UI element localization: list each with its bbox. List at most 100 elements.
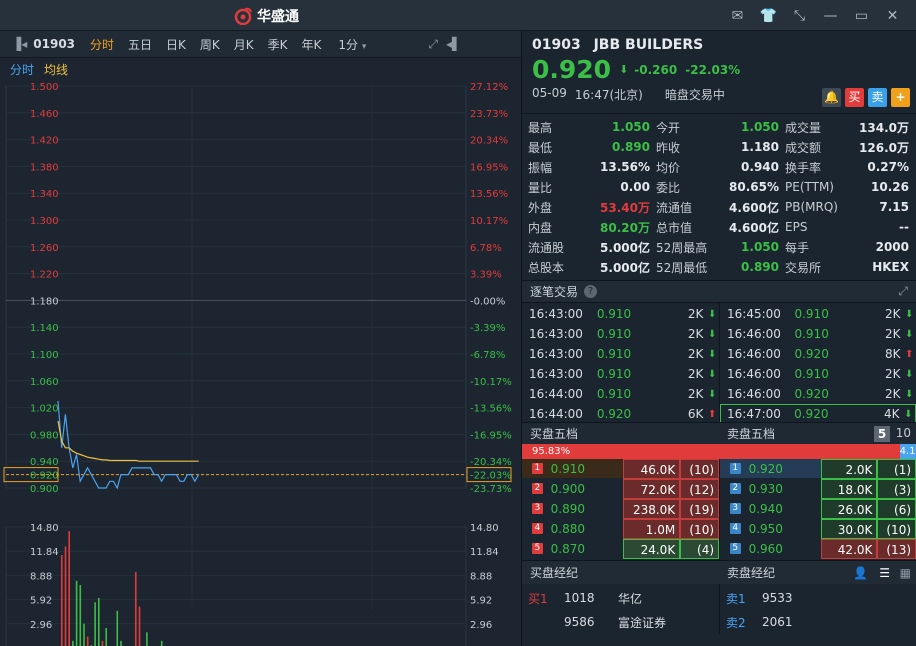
stat-item: 总股本 5.000亿 [528, 257, 656, 277]
tick-time: 16:46:00 [727, 347, 781, 361]
ask-level-row: 1 0.920 2.0K (1) [720, 458, 916, 479]
ask-level-row: 2 0.930 18.0K (3) [720, 478, 916, 499]
tick-volume: 8K [884, 347, 901, 361]
volume-bar [72, 640, 74, 646]
expand-icon[interactable]: ⤢ [898, 284, 908, 299]
mail-icon[interactable]: ✉ [722, 8, 753, 24]
level-index: 1 [532, 463, 543, 474]
tab-timeframe-4[interactable]: 月K [234, 36, 254, 53]
pct-tick-label: -0.00% [470, 296, 505, 307]
tab-timeframe-6[interactable]: 年K [302, 36, 322, 53]
stat-key: 总股本 [528, 260, 565, 275]
stat-value: 13.56% [600, 160, 650, 174]
stat-key: 委比 [656, 180, 681, 195]
level-index: 5 [730, 543, 741, 554]
list-icon[interactable]: ☰ [879, 566, 890, 580]
stat-value: 4.600亿 [729, 220, 779, 235]
bid-ratio-bar: 95.83% [522, 444, 900, 459]
quote-panel: 01903 JBB BUILDERS 0.920 ⬇ -0.260 -22.03… [521, 31, 916, 646]
close-icon[interactable]: ✕ [877, 8, 908, 24]
collapse-left-icon[interactable]: ▐◂ [12, 37, 27, 51]
volume-bar [138, 606, 141, 646]
bid-broker-row: 买1 1018 华亿 [522, 586, 719, 610]
skin-icon[interactable]: 👕 [753, 8, 784, 24]
stat-key: 最高 [528, 120, 553, 135]
intraday-chart[interactable]: 1.500 27.12% 1.460 23.73% 1.420 20.34% 1.380 16… [0, 80, 521, 646]
tick-row: 16:44:00 0.920 6K ⬆ [522, 404, 719, 424]
interval-select[interactable]: 1分 ▾ [338, 36, 366, 53]
stat-item: 每手 2000 [785, 237, 915, 257]
price-tick-label: 1.460 [30, 109, 59, 120]
avg-line-label[interactable]: 均线 [44, 61, 68, 78]
tab-timeframe-1[interactable]: 五日 [128, 36, 152, 53]
depth-10-toggle[interactable]: 10 [896, 426, 911, 440]
volume-bar [64, 546, 67, 646]
tick-row: 16:46:00 0.910 2K ⬇ [720, 364, 916, 384]
volume-bar [101, 640, 104, 646]
sell-button[interactable]: 卖 [868, 88, 887, 107]
arrow-down-icon: ⬇ [905, 328, 914, 340]
stat-key: PB(MRQ) [785, 200, 838, 214]
collapse-right-icon[interactable]: ◂▌ [446, 37, 461, 51]
stat-value: 1.050 [741, 240, 779, 254]
chart-panel: ▐◂ 01903 分时 五日 日K 周K 月K 季K 年K 1分 ▾ ⤢ ◂▌ … [0, 31, 521, 646]
user-icon[interactable]: 👤 [853, 566, 868, 580]
volume-bar [116, 610, 119, 646]
grid-icon[interactable]: ▦ [900, 566, 911, 580]
arrow-down-icon: ⬇ [904, 408, 913, 420]
pct-tick-label: -20.34% [470, 457, 512, 468]
shrink-icon[interactable]: ⤡ [784, 8, 815, 24]
stat-value: 1.050 [741, 120, 779, 134]
volume-bar [68, 531, 70, 646]
pct-tick-label: -23.73% [470, 484, 512, 495]
minimize-icon[interactable]: — [815, 8, 846, 24]
interval-value: 1分 [338, 37, 359, 52]
volume-bar [160, 640, 163, 646]
price-tick-label: 0.900 [30, 484, 59, 495]
fullscreen-icon[interactable]: ⤢ [428, 37, 438, 52]
broker-slot: 买1 [528, 591, 548, 606]
price-tick-label: 1.180 [30, 296, 59, 307]
stat-key: 流通股 [528, 240, 565, 255]
bid-price: 0.870 [550, 541, 585, 556]
tick-price: 0.910 [596, 387, 632, 401]
bid-broker-row: 9586 富途证券 [522, 610, 719, 634]
tab-timeframe-2[interactable]: 日K [166, 36, 186, 53]
tab-timeframe-5[interactable]: 季K [268, 36, 288, 53]
tab-timeframe-3[interactable]: 周K [200, 36, 220, 53]
bid-price: 0.890 [550, 501, 585, 516]
bid-volume: 1.0M [623, 518, 681, 539]
help-icon[interactable]: ? [584, 285, 598, 298]
stat-key: 内盘 [528, 220, 553, 235]
price-row: 0.920 ⬇ -0.260 -22.03% [532, 55, 906, 84]
chart-stock-code: 01903 [33, 37, 76, 51]
depth-5-toggle[interactable]: 5 [874, 426, 890, 442]
stat-item: 最高 1.050 [528, 117, 656, 137]
price-tick-label: 1.100 [30, 350, 59, 361]
arrow-down-icon: ⬇ [708, 348, 717, 360]
line-mode-label[interactable]: 分时 [10, 61, 34, 78]
alert-bell-icon[interactable]: 🔔 [822, 88, 841, 107]
stat-key: 交易所 [785, 260, 822, 275]
tick-volume: 2K [687, 327, 704, 341]
tick-price: 0.910 [794, 367, 829, 381]
bid-count: (10) [680, 458, 720, 479]
volume-bar [61, 555, 63, 646]
stat-value: 5.000亿 [600, 240, 650, 255]
stat-value: 4.600亿 [729, 200, 779, 215]
bid-ask-ratio-bar: 95.83% 4.17% [522, 444, 916, 459]
tick-volume: 2K [687, 307, 704, 321]
price-plot-frame [5, 85, 467, 489]
volume-bar [146, 632, 148, 646]
buy-button[interactable]: 买 [845, 88, 864, 107]
tab-timeframe-0[interactable]: 分时 [90, 36, 114, 53]
arrow-down-icon: ⬇ [905, 388, 914, 400]
tick-time: 16:43:00 [529, 367, 583, 381]
maximize-icon[interactable]: ▭ [846, 8, 877, 24]
stat-item: 成交额 126.0万 [785, 137, 915, 157]
title-bar: 华盛通 ✉ 👕 ⤡ — ▭ ✕ [0, 0, 916, 31]
tick-row: 16:45:00 0.910 2K ⬇ [720, 304, 916, 324]
add-watchlist-button[interactable]: + [891, 88, 910, 107]
stat-key: 最低 [528, 140, 553, 155]
stat-item: 交易所 HKEX [785, 257, 915, 277]
